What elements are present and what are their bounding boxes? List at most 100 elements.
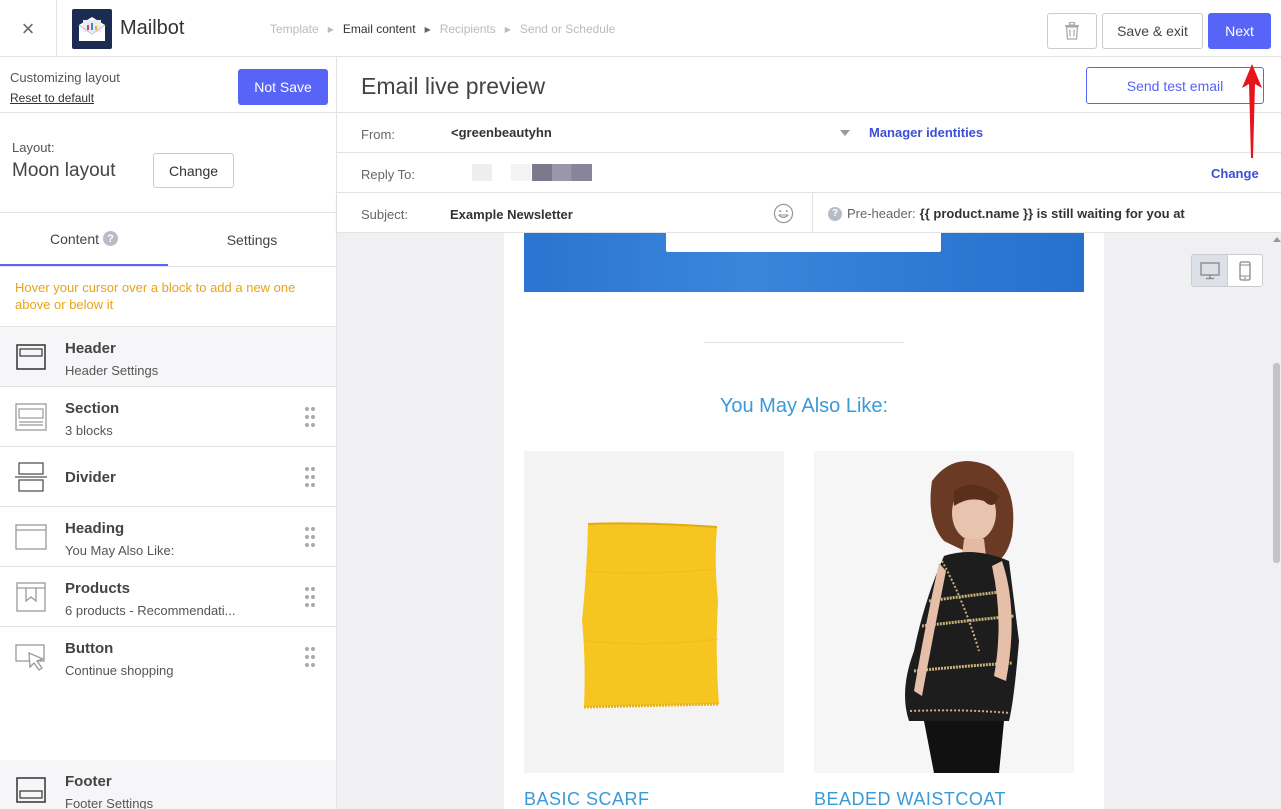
- header-block-icon: [16, 344, 46, 370]
- desktop-icon: [1199, 261, 1220, 279]
- button-block-icon: [15, 644, 45, 671]
- block-heading[interactable]: Heading You May Also Like:: [0, 507, 336, 567]
- heading-block-icon: [15, 524, 47, 550]
- emoji-icon[interactable]: [773, 203, 794, 224]
- reset-to-default-link[interactable]: Reset to default: [10, 91, 94, 105]
- breadcrumb-email-content[interactable]: Email content: [343, 22, 416, 36]
- drag-handle-icon[interactable]: [305, 527, 317, 549]
- save-exit-button[interactable]: Save & exit: [1102, 13, 1203, 49]
- products-block-icon: [16, 582, 46, 612]
- customizing-layout-label: Customizing layout: [10, 70, 120, 85]
- not-save-button[interactable]: Not Save: [238, 69, 328, 105]
- redacted-email: [511, 164, 531, 181]
- subject-row: Subject: Example Newsletter ? Pre-header…: [337, 193, 1281, 233]
- block-title: Heading: [65, 520, 125, 537]
- email-preview-canvas: You May Also Like: BASIC SCARF BEADED WA…: [337, 233, 1281, 809]
- breadcrumb: Template ▶ Email content ▶ Recipients ▶ …: [270, 22, 615, 36]
- preview-header: Email live preview Send test email: [337, 57, 1281, 113]
- redacted-email: [532, 164, 592, 181]
- breadcrumb-recipients[interactable]: Recipients: [440, 22, 496, 36]
- mailbot-logo: [72, 9, 112, 49]
- block-subtitle: Footer Settings: [65, 796, 154, 809]
- product-image-beaded-waistcoat[interactable]: [814, 451, 1074, 773]
- product-image-basic-scarf[interactable]: [524, 451, 784, 773]
- block-section[interactable]: Section 3 blocks: [0, 387, 336, 447]
- redacted-email: [472, 164, 492, 181]
- send-test-email-button[interactable]: Send test email: [1086, 67, 1264, 104]
- from-select[interactable]: <greenbeautyhn: [451, 125, 552, 140]
- top-bar: × Mailbot Template ▶ Email content ▶ Rec…: [0, 0, 1281, 57]
- footer-block-icon: [16, 777, 46, 803]
- drag-handle-icon[interactable]: [305, 647, 317, 669]
- block-subtitle: Continue shopping: [65, 663, 174, 678]
- drag-handle-icon[interactable]: [305, 587, 317, 609]
- block-subtitle: 6 products - Recommendati...: [65, 603, 236, 618]
- block-title: Products: [65, 580, 131, 597]
- breadcrumb-arrow-icon: ▶: [504, 24, 511, 34]
- email-divider[interactable]: [704, 342, 904, 343]
- hero-image[interactable]: [524, 233, 1084, 292]
- scroll-up-icon[interactable]: [1273, 237, 1281, 242]
- scrollbar-thumb[interactable]: [1273, 363, 1280, 563]
- customizing-layout-row: Customizing layout Reset to default Not …: [0, 57, 336, 113]
- block-title: Section: [65, 400, 120, 417]
- waistcoat-model-image: [814, 451, 1074, 773]
- block-subtitle: 3 blocks: [65, 423, 113, 438]
- block-hint-text: Hover your cursor over a block to add a …: [15, 280, 296, 312]
- from-label: From:: [361, 127, 395, 142]
- preheader-value: {{ product.name }} is still waiting for …: [919, 206, 1185, 221]
- chevron-down-icon[interactable]: [840, 130, 850, 136]
- reply-to-label: Reply To:: [361, 167, 415, 182]
- hero-overlay-box: [666, 233, 941, 252]
- next-button[interactable]: Next: [1208, 13, 1271, 49]
- delete-button[interactable]: [1047, 13, 1097, 49]
- preheader-label: Pre-header:: [847, 206, 916, 221]
- block-subtitle: You May Also Like:: [65, 543, 175, 558]
- tab-content[interactable]: Content ?: [0, 213, 168, 266]
- subject-input[interactable]: Example Newsletter: [450, 207, 573, 222]
- sidebar-tabs: Content ? Settings: [0, 213, 336, 267]
- layout-row: Layout: Moon layout Change: [0, 113, 336, 213]
- page-title: Email live preview: [361, 73, 546, 99]
- product-name-link[interactable]: BEADED WAISTCOAT: [814, 789, 1006, 809]
- help-icon[interactable]: ?: [828, 206, 842, 221]
- trash-icon: [1065, 22, 1079, 40]
- mobile-view-button[interactable]: [1228, 255, 1262, 286]
- annotation-arrow-icon: [1242, 64, 1262, 158]
- tab-settings[interactable]: Settings: [168, 213, 336, 266]
- email-heading[interactable]: You May Also Like:: [504, 395, 1104, 418]
- breadcrumb-template[interactable]: Template: [270, 22, 319, 36]
- block-title: Button: [65, 640, 114, 657]
- reply-to-row: Reply To: Change: [337, 153, 1281, 193]
- tab-content-label: Content: [49, 230, 100, 247]
- mobile-icon: [1239, 260, 1251, 281]
- drag-handle-icon[interactable]: [305, 407, 317, 429]
- divider-block-icon: [15, 462, 47, 492]
- block-products[interactable]: Products 6 products - Recommendati...: [0, 567, 336, 627]
- layout-label: Layout:: [12, 140, 55, 155]
- view-mode-toggle: [1191, 254, 1263, 287]
- help-icon[interactable]: ?: [103, 231, 119, 246]
- close-icon: ×: [21, 15, 35, 41]
- block-footer[interactable]: Footer Footer Settings: [0, 760, 336, 809]
- app-name: Mailbot: [120, 17, 185, 39]
- subject-label: Subject:: [361, 207, 408, 222]
- block-title: Header: [65, 340, 116, 357]
- block-button[interactable]: Button Continue shopping: [0, 627, 336, 687]
- reply-to-change-link[interactable]: Change: [1211, 166, 1259, 181]
- section-block-icon: [15, 403, 47, 431]
- desktop-view-button[interactable]: [1192, 255, 1228, 286]
- block-subtitle: Header Settings: [65, 363, 159, 378]
- preheader-field[interactable]: ? Pre-header: {{ product.name }} is stil…: [828, 206, 1185, 221]
- product-name-link[interactable]: BASIC SCARF: [524, 789, 650, 809]
- manager-identities-link[interactable]: Manager identities: [869, 125, 983, 140]
- close-button[interactable]: ×: [0, 0, 57, 57]
- breadcrumb-send-schedule[interactable]: Send or Schedule: [520, 22, 615, 36]
- scrollbar[interactable]: [1272, 233, 1281, 809]
- block-divider[interactable]: Divider: [0, 447, 336, 507]
- block-header[interactable]: Header Header Settings: [0, 327, 336, 387]
- from-row: From: <greenbeautyhn Manager identities: [337, 113, 1281, 153]
- change-layout-button[interactable]: Change: [153, 153, 234, 188]
- divider: [812, 193, 813, 233]
- drag-handle-icon[interactable]: [305, 467, 317, 489]
